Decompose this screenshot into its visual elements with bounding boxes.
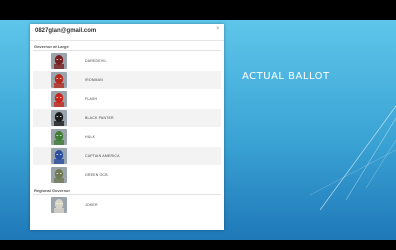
section-divider [33, 50, 221, 51]
candidate-name: CAPTAIN AMERICA [85, 154, 120, 158]
close-icon[interactable]: × [216, 26, 220, 32]
section-label: Governor at Large [34, 44, 69, 49]
candidate-row[interactable]: GREEN OCB [33, 166, 221, 184]
slide-title: ACTUAL BALLOT [242, 71, 330, 82]
candidate-row[interactable]: BLACK PANTER [33, 109, 221, 127]
voter-email: 0827glan@gmail.com [35, 28, 97, 34]
section-label: Regional Governor [34, 188, 71, 193]
candidate-row[interactable]: JOKER [33, 196, 221, 214]
candidate-row[interactable]: FLASH [33, 90, 221, 108]
ballot-header: 0827glan@gmail.com × [30, 24, 224, 41]
bottom-letterbox [0, 240, 396, 250]
section-divider [33, 194, 221, 195]
hulk-avatar-icon [51, 129, 67, 145]
candidate-name: IRONMAN [85, 78, 103, 82]
candidate-name: BLACK PANTER [85, 116, 114, 120]
candidate-row[interactable]: IRONMAN [33, 71, 221, 89]
presentation-screen: ACTUAL BALLOT 0827glan@gmail.com × Gover… [0, 0, 396, 250]
ballot-window: 0827glan@gmail.com × Governor at Large DA… [30, 24, 224, 230]
candidate-row[interactable]: HULK [33, 128, 221, 146]
candidate-name: FLASH [85, 97, 98, 101]
candidate-row[interactable]: CAPTAIN AMERICA [33, 147, 221, 165]
black-panther-avatar-icon [51, 110, 67, 126]
candidate-name: JOKER [85, 203, 98, 207]
daredevil-avatar-icon [51, 53, 67, 69]
candidate-name: GREEN OCB [85, 173, 108, 177]
green-ocb-avatar-icon [51, 167, 67, 183]
candidate-row[interactable]: DAREDEVIL [33, 52, 221, 70]
candidate-name: DAREDEVIL [85, 59, 107, 63]
slide: ACTUAL BALLOT 0827glan@gmail.com × Gover… [0, 20, 396, 240]
top-letterbox [0, 0, 396, 20]
flash-avatar-icon [51, 91, 67, 107]
candidate-name: HULK [85, 135, 96, 139]
captain-america-avatar-icon [51, 148, 67, 164]
ironman-avatar-icon [51, 72, 67, 88]
joker-avatar-icon [51, 197, 67, 213]
